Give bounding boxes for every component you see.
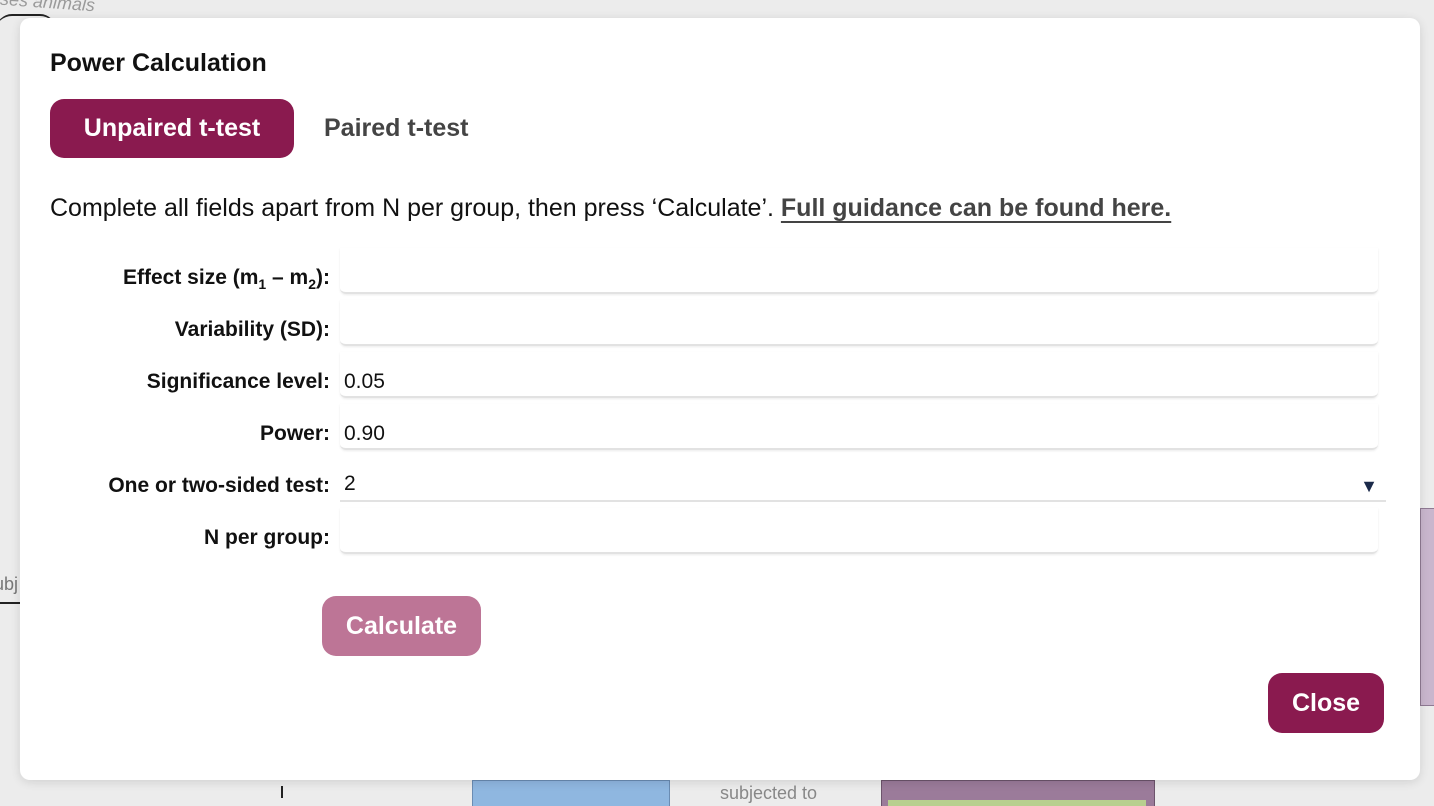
- n-per-group-label: N per group:: [204, 526, 330, 549]
- instructions-label: Complete all fields apart from N per gro…: [50, 194, 774, 222]
- effect-size-label: Effect size (m1 – m2):: [123, 266, 330, 293]
- effect-size-input[interactable]: [340, 248, 1378, 294]
- guidance-link[interactable]: Full guidance can be found here.: [781, 194, 1171, 222]
- background-node: [888, 800, 1146, 806]
- dialog-title: Power Calculation: [50, 49, 267, 77]
- power-input[interactable]: [340, 404, 1378, 450]
- significance-input[interactable]: [340, 352, 1378, 398]
- background-node: [1420, 508, 1434, 706]
- calculate-button[interactable]: Calculate: [322, 596, 481, 656]
- variability-input[interactable]: [340, 300, 1378, 346]
- tab-paired-t-test[interactable]: Paired t-test: [324, 99, 468, 158]
- close-button[interactable]: Close: [1268, 673, 1384, 733]
- instructions-text: Complete all fields apart from N per gro…: [50, 194, 1171, 223]
- power-label: Power:: [259, 422, 330, 445]
- tab-unpaired-t-test[interactable]: Unpaired t-test: [50, 99, 294, 158]
- n-per-group-input[interactable]: [340, 508, 1378, 554]
- power-calculation-dialog: Power Calculation Unpaired t-test Paired…: [20, 18, 1420, 780]
- background-connector-line: [281, 786, 283, 798]
- sides-select-value: 2: [344, 472, 356, 495]
- chevron-down-icon: ▼: [1360, 476, 1378, 496]
- sides-label: One or two-sided test:: [108, 474, 330, 497]
- background-connector-line: [0, 602, 20, 604]
- variability-label: Variability (SD):: [174, 318, 330, 341]
- background-label-subj: ubj: [0, 574, 19, 594]
- n-per-group-row: N per group:: [20, 508, 1420, 578]
- background-node: [472, 780, 670, 806]
- significance-label: Significance level:: [146, 370, 330, 393]
- background-label-subjected-to: subjected to: [720, 783, 818, 803]
- sides-select[interactable]: 2 ▼: [340, 456, 1386, 502]
